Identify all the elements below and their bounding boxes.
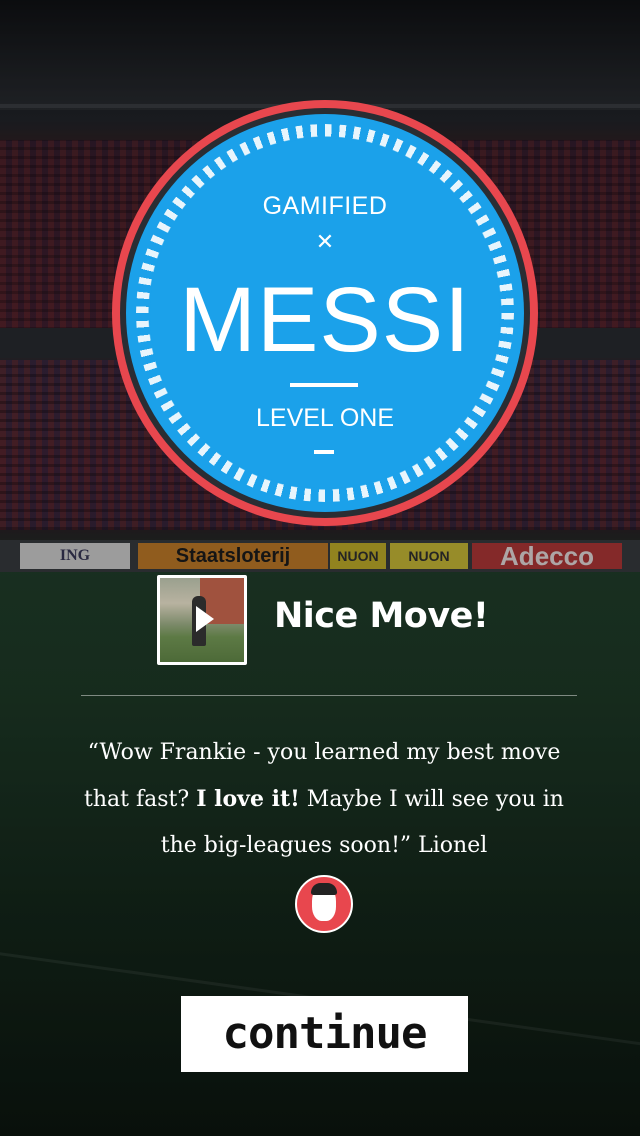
move-video-thumbnail[interactable]: [157, 575, 247, 665]
badge-top-label: GAMIFIED: [262, 192, 388, 220]
badge-title: MESSI: [179, 269, 471, 371]
section-divider: [81, 695, 577, 696]
badge-divider: [290, 383, 358, 387]
quote-emphasis: I love it!: [196, 786, 300, 812]
cross-star-icon: ✕: [315, 229, 335, 254]
badge-level-label: LEVEL ONE: [255, 404, 395, 432]
result-heading: Nice Move!: [274, 596, 489, 636]
avatar-hair: [311, 883, 337, 895]
level-complete-screen: ING Staatsloterij NUON NUON Adecco GAMIF…: [0, 0, 640, 1136]
messi-avatar-icon: [295, 875, 353, 933]
coach-quote: “Wow Frankie - you learned my best move …: [70, 730, 578, 869]
continue-button[interactable]: continue: [181, 996, 468, 1072]
play-icon[interactable]: [196, 606, 214, 632]
badge-dash: [314, 450, 334, 454]
